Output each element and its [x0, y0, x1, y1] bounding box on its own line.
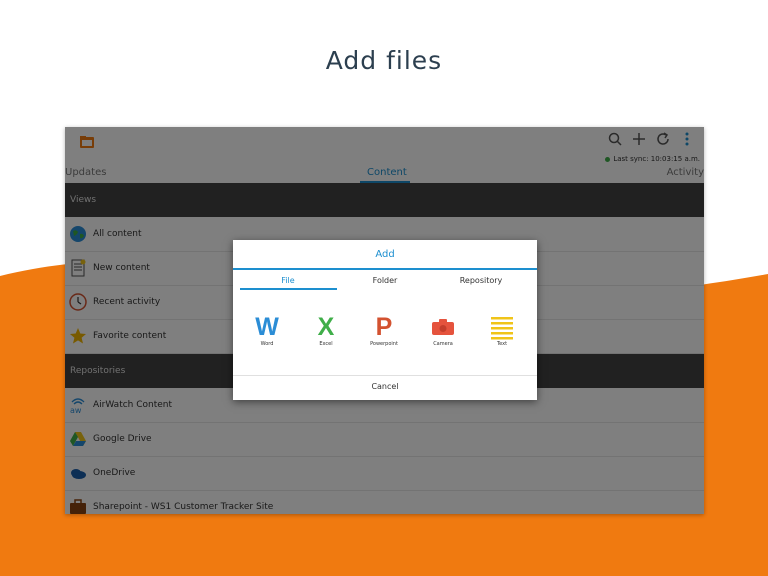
powerpoint-icon: P [375, 313, 393, 341]
app-window: Last sync: 10:03:15 a.m. Updates Content… [65, 127, 704, 514]
add-word-option[interactable]: W Word [247, 314, 287, 347]
option-label: Word [260, 341, 274, 347]
option-label: Excel [319, 341, 333, 347]
cancel-button[interactable]: Cancel [233, 382, 537, 391]
add-excel-option[interactable]: X Excel [306, 314, 346, 347]
dialog-tab-repository[interactable]: Repository [433, 276, 529, 285]
dialog-title-divider [233, 268, 537, 270]
add-camera-option[interactable]: Camera [423, 314, 463, 347]
dialog-tab-folder[interactable]: Folder [337, 276, 433, 285]
option-label: Camera [433, 341, 453, 347]
promo-title: Add files [325, 46, 443, 75]
word-icon: W [255, 313, 279, 341]
camera-icon [423, 314, 463, 340]
dialog-title: Add [375, 249, 395, 260]
excel-icon: X [317, 313, 335, 341]
text-icon [482, 314, 522, 340]
option-label: Text [496, 341, 508, 347]
option-label: Powerpoint [370, 341, 398, 347]
add-powerpoint-option[interactable]: P Powerpoint [364, 314, 404, 347]
add-dialog: Add File Folder Repository W Word X Exce… [233, 240, 537, 400]
dialog-active-tab-indicator [240, 288, 337, 290]
add-text-option[interactable]: Text [482, 314, 522, 347]
dialog-tab-file[interactable]: File [240, 276, 336, 285]
dialog-footer-divider [233, 375, 537, 376]
